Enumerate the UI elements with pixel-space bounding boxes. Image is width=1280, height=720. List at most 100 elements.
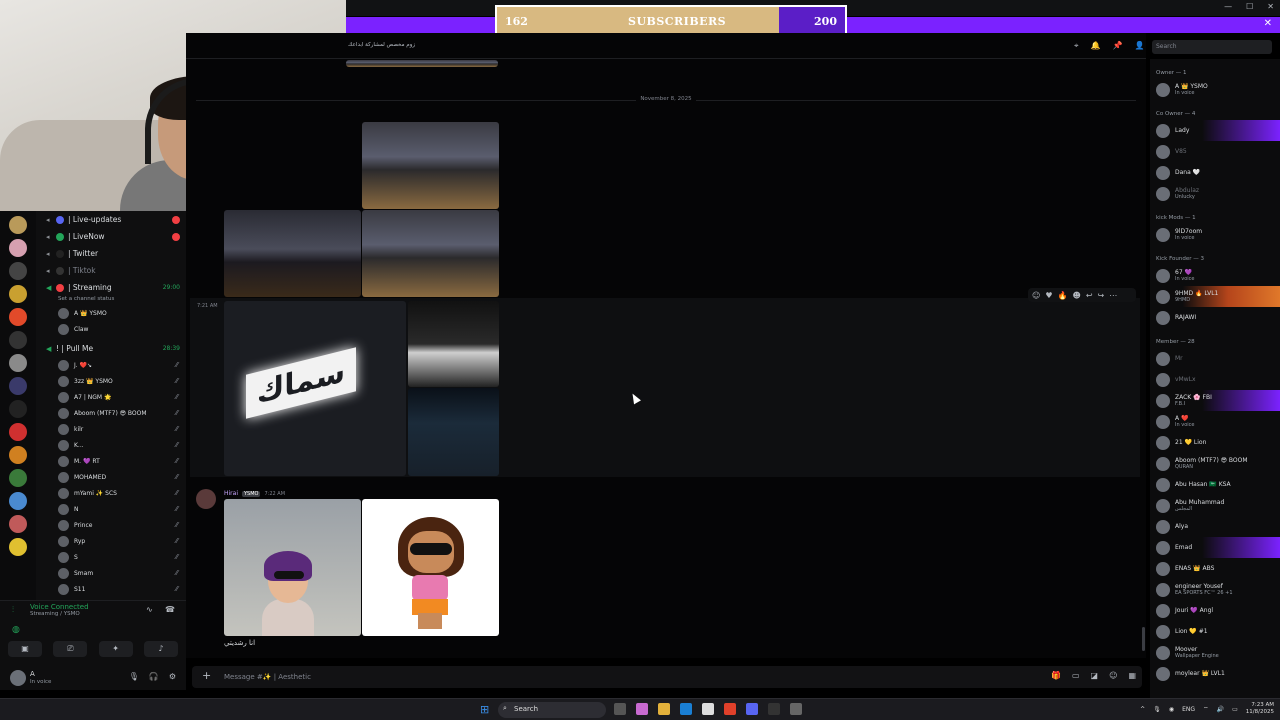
user-panel[interactable]: A In voice 🎙 🎧 ⚙	[0, 666, 186, 690]
server-icon[interactable]	[9, 331, 27, 349]
wifi-icon[interactable]: ⌔	[1203, 705, 1209, 713]
member-row[interactable]: Moover Wallpaper Engine	[1150, 642, 1280, 663]
voice-user[interactable]: 3zz 👑 YSMO ⁄⁄	[36, 373, 186, 389]
channel-pull-me[interactable]: ◀ ! | Pull Me 28:39	[36, 340, 186, 357]
voice-user[interactable]: Aboom (MTF7) 😎 BOOM ⁄⁄	[36, 405, 186, 421]
member-list-icon[interactable]: 👤	[1134, 41, 1144, 51]
taskbar-search[interactable]: ⌕ Search	[498, 702, 606, 718]
server-icon[interactable]	[9, 354, 27, 372]
minimize-button[interactable]: —	[1224, 2, 1232, 11]
mic-icon[interactable]: 🎙	[129, 672, 139, 681]
channel-live-updates[interactable]: ◂ | Live-updates	[36, 211, 186, 228]
attachment-image[interactable]	[224, 210, 361, 297]
screen-share-button[interactable]: ⎚	[53, 641, 88, 657]
server-icon[interactable]	[9, 262, 27, 280]
edge-icon[interactable]	[680, 703, 692, 715]
server-icon[interactable]	[9, 538, 27, 556]
app-icon[interactable]	[790, 703, 802, 715]
attachment-image[interactable]	[346, 60, 498, 67]
member-row[interactable]: Abu Muhammad المجلس	[1150, 495, 1280, 516]
voice-channel-path[interactable]: Streaming / YSMO	[30, 611, 80, 617]
member-row[interactable]: A ❤️ In voice	[1150, 411, 1280, 432]
voice-user[interactable]: J. ❤️↘ ⁄⁄	[36, 357, 186, 373]
member-row[interactable]: Lady	[1150, 120, 1280, 141]
noise-suppression-icon[interactable]: ∿	[146, 605, 153, 614]
voice-user[interactable]: S ⁄⁄	[36, 549, 186, 565]
channel-streaming[interactable]: ◀ | Streaming 29:00	[36, 279, 186, 296]
chevron-up-icon[interactable]: ^	[1140, 706, 1145, 713]
server-icon[interactable]	[9, 492, 27, 510]
discord-icon[interactable]	[746, 703, 758, 715]
obs-icon[interactable]	[768, 703, 780, 715]
member-row[interactable]: engineer Yousef EA SPORTS FC™ 26 +1	[1150, 579, 1280, 600]
voice-user[interactable]: MOHAMED ⁄⁄	[36, 469, 186, 485]
voice-user[interactable]: K... ⁄⁄	[36, 437, 186, 453]
member-row[interactable]: Abu Hasan 🇸🇦 KSA	[1150, 474, 1280, 495]
guild-tag[interactable]: YSMO	[242, 490, 261, 497]
voice-user[interactable]: Prince ⁄⁄	[36, 517, 186, 533]
member-row[interactable]: Dana 🤍	[1150, 162, 1280, 183]
channel-topic[interactable]: زوم مخصص لمشاركة ابداعك	[348, 42, 415, 48]
voice-user[interactable]: M. 💜 RT ⁄⁄	[36, 453, 186, 469]
server-icon[interactable]	[9, 216, 27, 234]
channel-twitter[interactable]: ◂ | Twitter	[36, 245, 186, 262]
composer-placeholder[interactable]: Message #✨ | Aesthetic	[224, 673, 311, 681]
server-icon[interactable]	[9, 377, 27, 395]
disconnect-icon[interactable]: ☎	[165, 605, 175, 614]
voice-user[interactable]: N ⁄⁄	[36, 501, 186, 517]
threads-icon[interactable]: ⌖	[1074, 41, 1079, 51]
apps-icon[interactable]: ▦	[1128, 671, 1136, 680]
member-row[interactable]: Alya	[1150, 516, 1280, 537]
camera-button[interactable]: ▣	[8, 641, 42, 657]
member-row[interactable]: moylear 👑 LVL1	[1150, 663, 1280, 684]
message-composer[interactable]: + Message #✨ | Aesthetic 🎁 ▭ ◪ ☺ ▦	[192, 666, 1142, 688]
soundboard-button[interactable]: ♪	[143, 641, 178, 657]
fire-icon[interactable]: 🔥	[1058, 291, 1068, 300]
forward-icon[interactable]: ↪	[1098, 291, 1105, 300]
brave-icon[interactable]	[724, 703, 736, 715]
voice-user[interactable]: Claw	[36, 321, 186, 337]
author-name[interactable]: Hirai	[224, 490, 238, 497]
maximize-button[interactable]: ☐	[1246, 2, 1253, 11]
attachment-image[interactable]: سماك	[224, 301, 406, 476]
voice-user[interactable]: A 👑 YSMO	[36, 305, 186, 321]
search-input[interactable]: Search	[1152, 40, 1272, 54]
gif-icon[interactable]: ▭	[1072, 671, 1080, 680]
dismiss-banner-button[interactable]: ✕	[1264, 18, 1272, 29]
copilot-icon[interactable]	[636, 703, 648, 715]
attachment-image[interactable]	[224, 499, 361, 636]
attachment-image[interactable]	[362, 210, 499, 297]
member-row[interactable]: Aboom (MTF7) 😎 BOOM QURAN	[1150, 453, 1280, 474]
member-row[interactable]: ZACK 🌸 FBI F.B.I	[1150, 390, 1280, 411]
gear-icon[interactable]: ⚙	[169, 672, 176, 681]
server-icon[interactable]	[9, 285, 27, 303]
channel-tiktok[interactable]: ◂ | Tiktok	[36, 262, 186, 279]
emoji-icon[interactable]: ☺	[1109, 671, 1117, 680]
server-icon[interactable]	[9, 239, 27, 257]
member-row[interactable]: Abdulaz Unlucky	[1150, 183, 1280, 204]
mic-icon[interactable]: 🎙	[1153, 706, 1161, 713]
member-row[interactable]: 21 💛 Lion	[1150, 432, 1280, 453]
server-icon[interactable]	[9, 515, 27, 533]
member-row[interactable]: Lion 💛 #1	[1150, 621, 1280, 642]
server-icon[interactable]	[9, 400, 27, 418]
more-icon[interactable]: ⋯	[1109, 291, 1117, 300]
attachment-image[interactable]	[408, 388, 499, 476]
volume-icon[interactable]: 🔊	[1217, 706, 1224, 713]
member-row[interactable]: A 👑 YSMO In voice	[1150, 79, 1280, 100]
headphones-icon[interactable]: 🎧	[149, 672, 159, 681]
channel-livenow[interactable]: ◂ | LiveNow	[36, 228, 186, 245]
emoji-icon[interactable]: ☻	[1072, 291, 1080, 300]
voice-user[interactable]: S11 ⁄⁄	[36, 581, 186, 597]
member-row[interactable]: ENAS 👑 ABS	[1150, 558, 1280, 579]
chat-scrollbar[interactable]	[1142, 627, 1145, 651]
bell-icon[interactable]: 🔔	[1091, 41, 1101, 51]
voice-user[interactable]: A7 | NGM 🌟 ⁄⁄	[36, 389, 186, 405]
member-row[interactable]: V85	[1150, 141, 1280, 162]
battery-icon[interactable]: ▭	[1232, 706, 1238, 713]
voice-user[interactable]: Smam ⁄⁄	[36, 565, 186, 581]
tray-app-icon[interactable]: ◉	[1169, 706, 1174, 713]
reply-icon[interactable]: ↩	[1086, 291, 1093, 300]
member-row[interactable]: 67 💜 In voice	[1150, 265, 1280, 286]
member-row[interactable]: vMwLx	[1150, 369, 1280, 390]
